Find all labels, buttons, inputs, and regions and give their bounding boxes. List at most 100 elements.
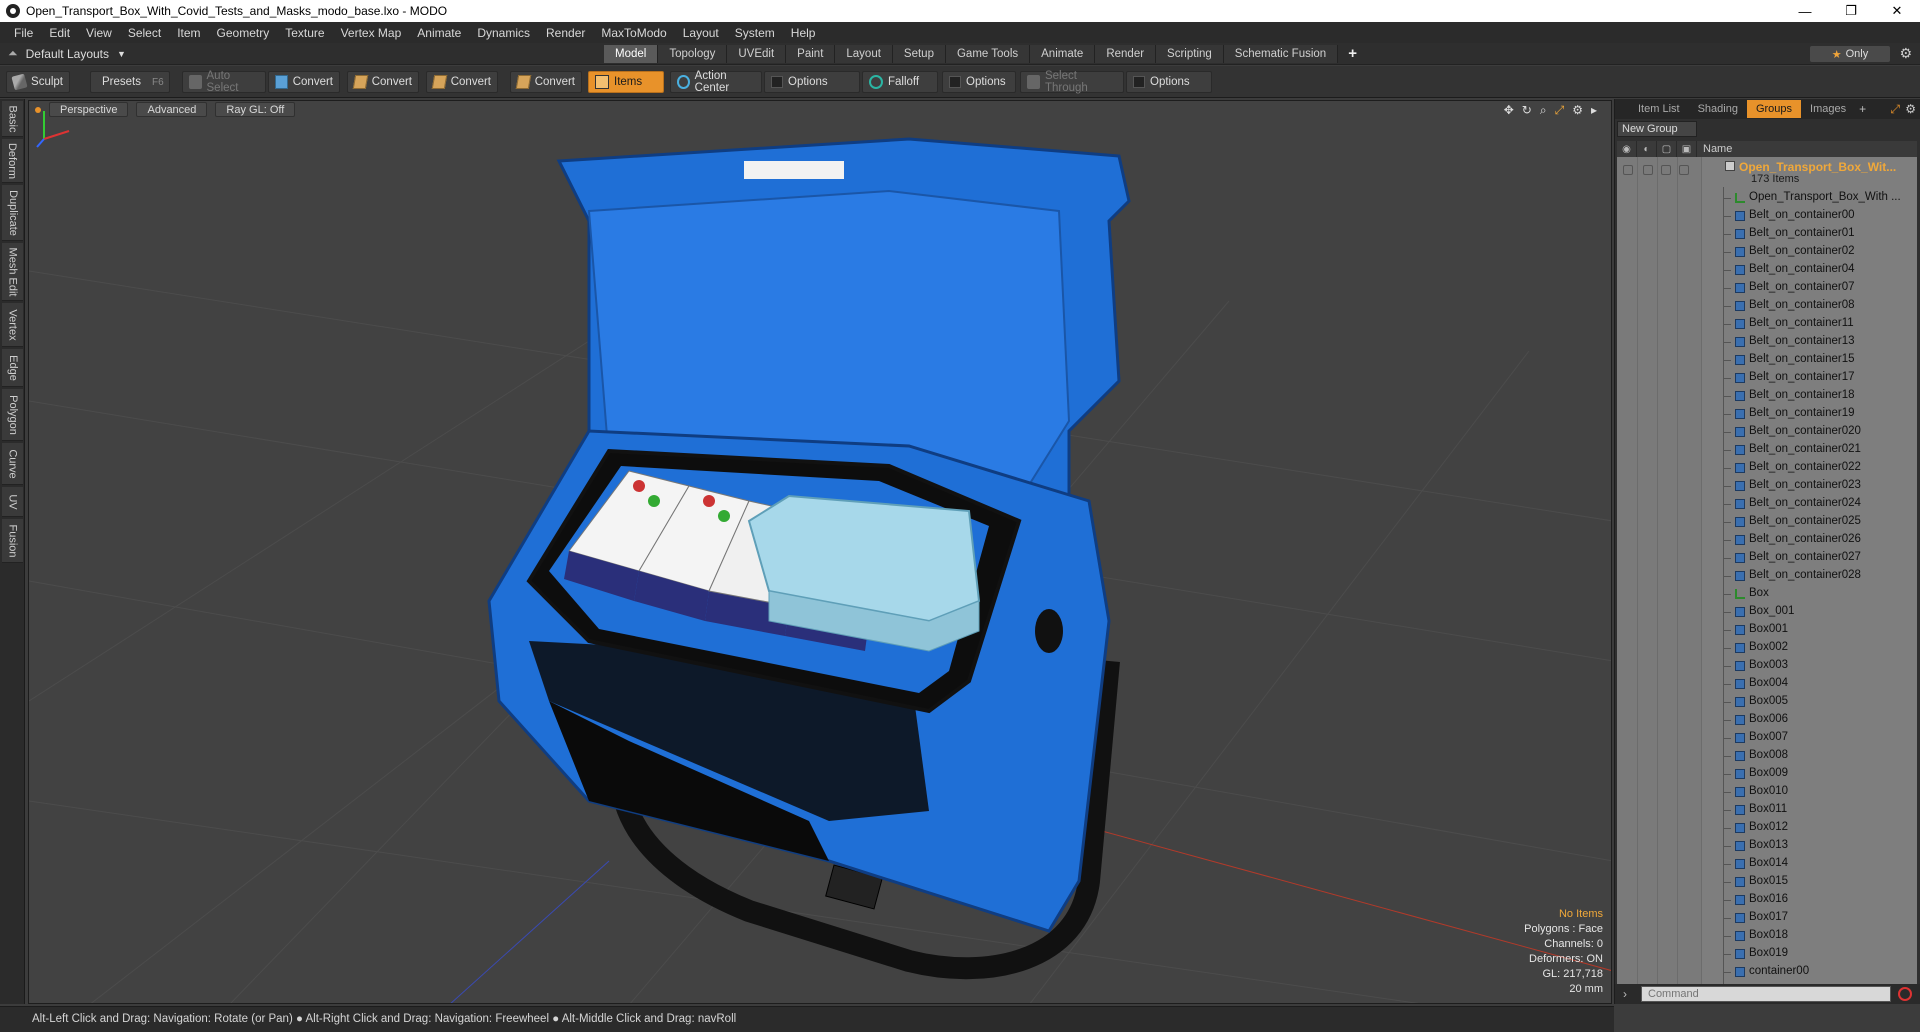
- tree-item[interactable]: Box004: [1617, 675, 1917, 693]
- tab-item-list[interactable]: Item List: [1629, 100, 1689, 118]
- tree-item[interactable]: Box013: [1617, 837, 1917, 855]
- convert-button-2[interactable]: Convert: [347, 71, 419, 93]
- tree-item[interactable]: Belt_on_container025: [1617, 513, 1917, 531]
- tree-item[interactable]: Belt_on_container021: [1617, 441, 1917, 459]
- tab-paint[interactable]: Paint: [786, 45, 836, 63]
- vtab-curve[interactable]: Curve: [2, 443, 23, 485]
- auto-select-button[interactable]: Auto Select: [182, 70, 266, 94]
- menu-geometry[interactable]: Geometry: [209, 26, 278, 40]
- pan-icon[interactable]: ✥: [1504, 103, 1514, 118]
- tab-groups[interactable]: Groups: [1746, 100, 1802, 118]
- menu-item[interactable]: Item: [169, 26, 208, 40]
- add-tab-plus-icon[interactable]: +: [1348, 45, 1357, 63]
- tree-item[interactable]: Belt_on_container02: [1617, 243, 1917, 261]
- vtab-uv[interactable]: UV: [2, 487, 23, 517]
- tree-item[interactable]: Belt_on_container15: [1617, 351, 1917, 369]
- add-panel-tab-icon[interactable]: +: [1859, 102, 1866, 116]
- vtab-fusion[interactable]: Fusion: [2, 519, 23, 563]
- tab-topology[interactable]: Topology: [658, 45, 728, 63]
- tree-item[interactable]: Box012: [1617, 819, 1917, 837]
- items-button[interactable]: Items: [588, 71, 664, 93]
- render-icon[interactable]: ◐: [1637, 141, 1657, 157]
- tab-render[interactable]: Render: [1095, 45, 1157, 63]
- vtab-polygon[interactable]: Polygon: [2, 389, 23, 441]
- tree-item[interactable]: Box: [1617, 585, 1917, 603]
- tree-item[interactable]: Box018: [1617, 927, 1917, 945]
- vtab-mesh-edit[interactable]: Mesh Edit: [2, 243, 23, 301]
- tree-item[interactable]: Box003: [1617, 657, 1917, 675]
- falloff-button[interactable]: Falloff: [862, 71, 938, 93]
- vtab-deform[interactable]: Deform: [2, 139, 23, 183]
- visibility-toggle-icon[interactable]: [1623, 165, 1633, 175]
- options-button-1[interactable]: Options: [764, 71, 860, 93]
- fit-icon[interactable]: ⤢: [1555, 103, 1565, 118]
- lock-icon[interactable]: ▢: [1657, 141, 1677, 157]
- tree-item[interactable]: Box011: [1617, 801, 1917, 819]
- sculpt-button[interactable]: Sculpt: [6, 71, 70, 93]
- tree-item[interactable]: Box002: [1617, 639, 1917, 657]
- vtab-vertex[interactable]: Vertex: [2, 303, 23, 347]
- lock-toggle-icon[interactable]: [1661, 165, 1671, 175]
- menu-select[interactable]: Select: [120, 26, 169, 40]
- record-icon[interactable]: [1898, 987, 1912, 1001]
- tree-item[interactable]: Belt_on_container022: [1617, 459, 1917, 477]
- tree-root-group[interactable]: Open_Transport_Box_Wit... 173 Items: [1617, 159, 1917, 187]
- convert-button-3[interactable]: Convert: [426, 71, 498, 93]
- tree-item[interactable]: Box007: [1617, 729, 1917, 747]
- convert-button-4[interactable]: Convert: [510, 71, 582, 93]
- tab-scripting[interactable]: Scripting: [1156, 45, 1224, 63]
- name-column-header[interactable]: Name: [1697, 143, 1732, 155]
- panel-expand-icon[interactable]: ⤢: [1890, 102, 1900, 117]
- tab-animate[interactable]: Animate: [1030, 45, 1096, 63]
- menu-texture[interactable]: Texture: [277, 26, 332, 40]
- options-button-2[interactable]: Options: [942, 71, 1016, 93]
- expand-arrow-icon[interactable]: ▸: [1591, 103, 1597, 118]
- tab-schematic-fusion[interactable]: Schematic Fusion: [1223, 45, 1339, 63]
- select-through-button[interactable]: Select Through: [1020, 70, 1124, 94]
- tab-setup[interactable]: Setup: [892, 45, 946, 63]
- tree-item[interactable]: Belt_on_container19: [1617, 405, 1917, 423]
- tree-item[interactable]: Belt_on_container020: [1617, 423, 1917, 441]
- tree-item[interactable]: Box009: [1617, 765, 1917, 783]
- gear-icon[interactable]: ⚙: [1899, 45, 1912, 62]
- tree-item[interactable]: Box008: [1617, 747, 1917, 765]
- menu-dynamics[interactable]: Dynamics: [469, 26, 538, 40]
- maximize-button[interactable]: ❐: [1828, 0, 1874, 22]
- tree-item[interactable]: Belt_on_container024: [1617, 495, 1917, 513]
- tree-item[interactable]: Box016: [1617, 891, 1917, 909]
- tree-item[interactable]: Box014: [1617, 855, 1917, 873]
- tab-model[interactable]: Model: [604, 45, 659, 63]
- tab-images[interactable]: Images: [1801, 100, 1855, 118]
- zoom-icon[interactable]: ⌕: [1540, 103, 1547, 118]
- tree-item[interactable]: Box005: [1617, 693, 1917, 711]
- only-toggle[interactable]: ★ Only: [1810, 46, 1890, 62]
- menu-system[interactable]: System: [727, 26, 783, 40]
- options-button-3[interactable]: Options: [1126, 71, 1212, 93]
- tree-item[interactable]: Belt_on_container01: [1617, 225, 1917, 243]
- vtab-duplicate[interactable]: Duplicate: [2, 185, 23, 241]
- select-icon[interactable]: ▣: [1677, 141, 1697, 157]
- tree-item[interactable]: Box006: [1617, 711, 1917, 729]
- minimize-button[interactable]: —: [1782, 0, 1828, 22]
- tree-item[interactable]: Belt_on_container04: [1617, 261, 1917, 279]
- tree-item[interactable]: container00: [1617, 963, 1917, 981]
- layout-dropdown[interactable]: ⏶ Default Layouts ▼: [8, 46, 126, 61]
- tree-item[interactable]: Belt_on_container17: [1617, 369, 1917, 387]
- tree-item[interactable]: Box017: [1617, 909, 1917, 927]
- tree-item[interactable]: Belt_on_container13: [1617, 333, 1917, 351]
- convert-button-1[interactable]: Convert: [268, 71, 340, 93]
- tree-item[interactable]: Belt_on_container07: [1617, 279, 1917, 297]
- tree-item[interactable]: Box001: [1617, 621, 1917, 639]
- presets-button[interactable]: Presets F6: [90, 71, 170, 93]
- command-input[interactable]: [1641, 986, 1891, 1002]
- rotate-icon[interactable]: ↻: [1522, 103, 1532, 118]
- menu-help[interactable]: Help: [783, 26, 824, 40]
- raygl-button[interactable]: Ray GL: Off: [215, 102, 296, 117]
- tree-item[interactable]: Box019: [1617, 945, 1917, 963]
- tree-item[interactable]: Belt_on_container028: [1617, 567, 1917, 585]
- menu-render[interactable]: Render: [538, 26, 593, 40]
- viewport-gear-icon[interactable]: ⚙: [1572, 103, 1583, 118]
- groups-tree[interactable]: Open_Transport_Box_Wit... 173 Items Open…: [1617, 157, 1917, 985]
- tree-item[interactable]: Box_001: [1617, 603, 1917, 621]
- 3d-viewport[interactable]: Perspective Advanced Ray GL: Off ✥ ↻ ⌕ ⤢…: [28, 100, 1612, 1004]
